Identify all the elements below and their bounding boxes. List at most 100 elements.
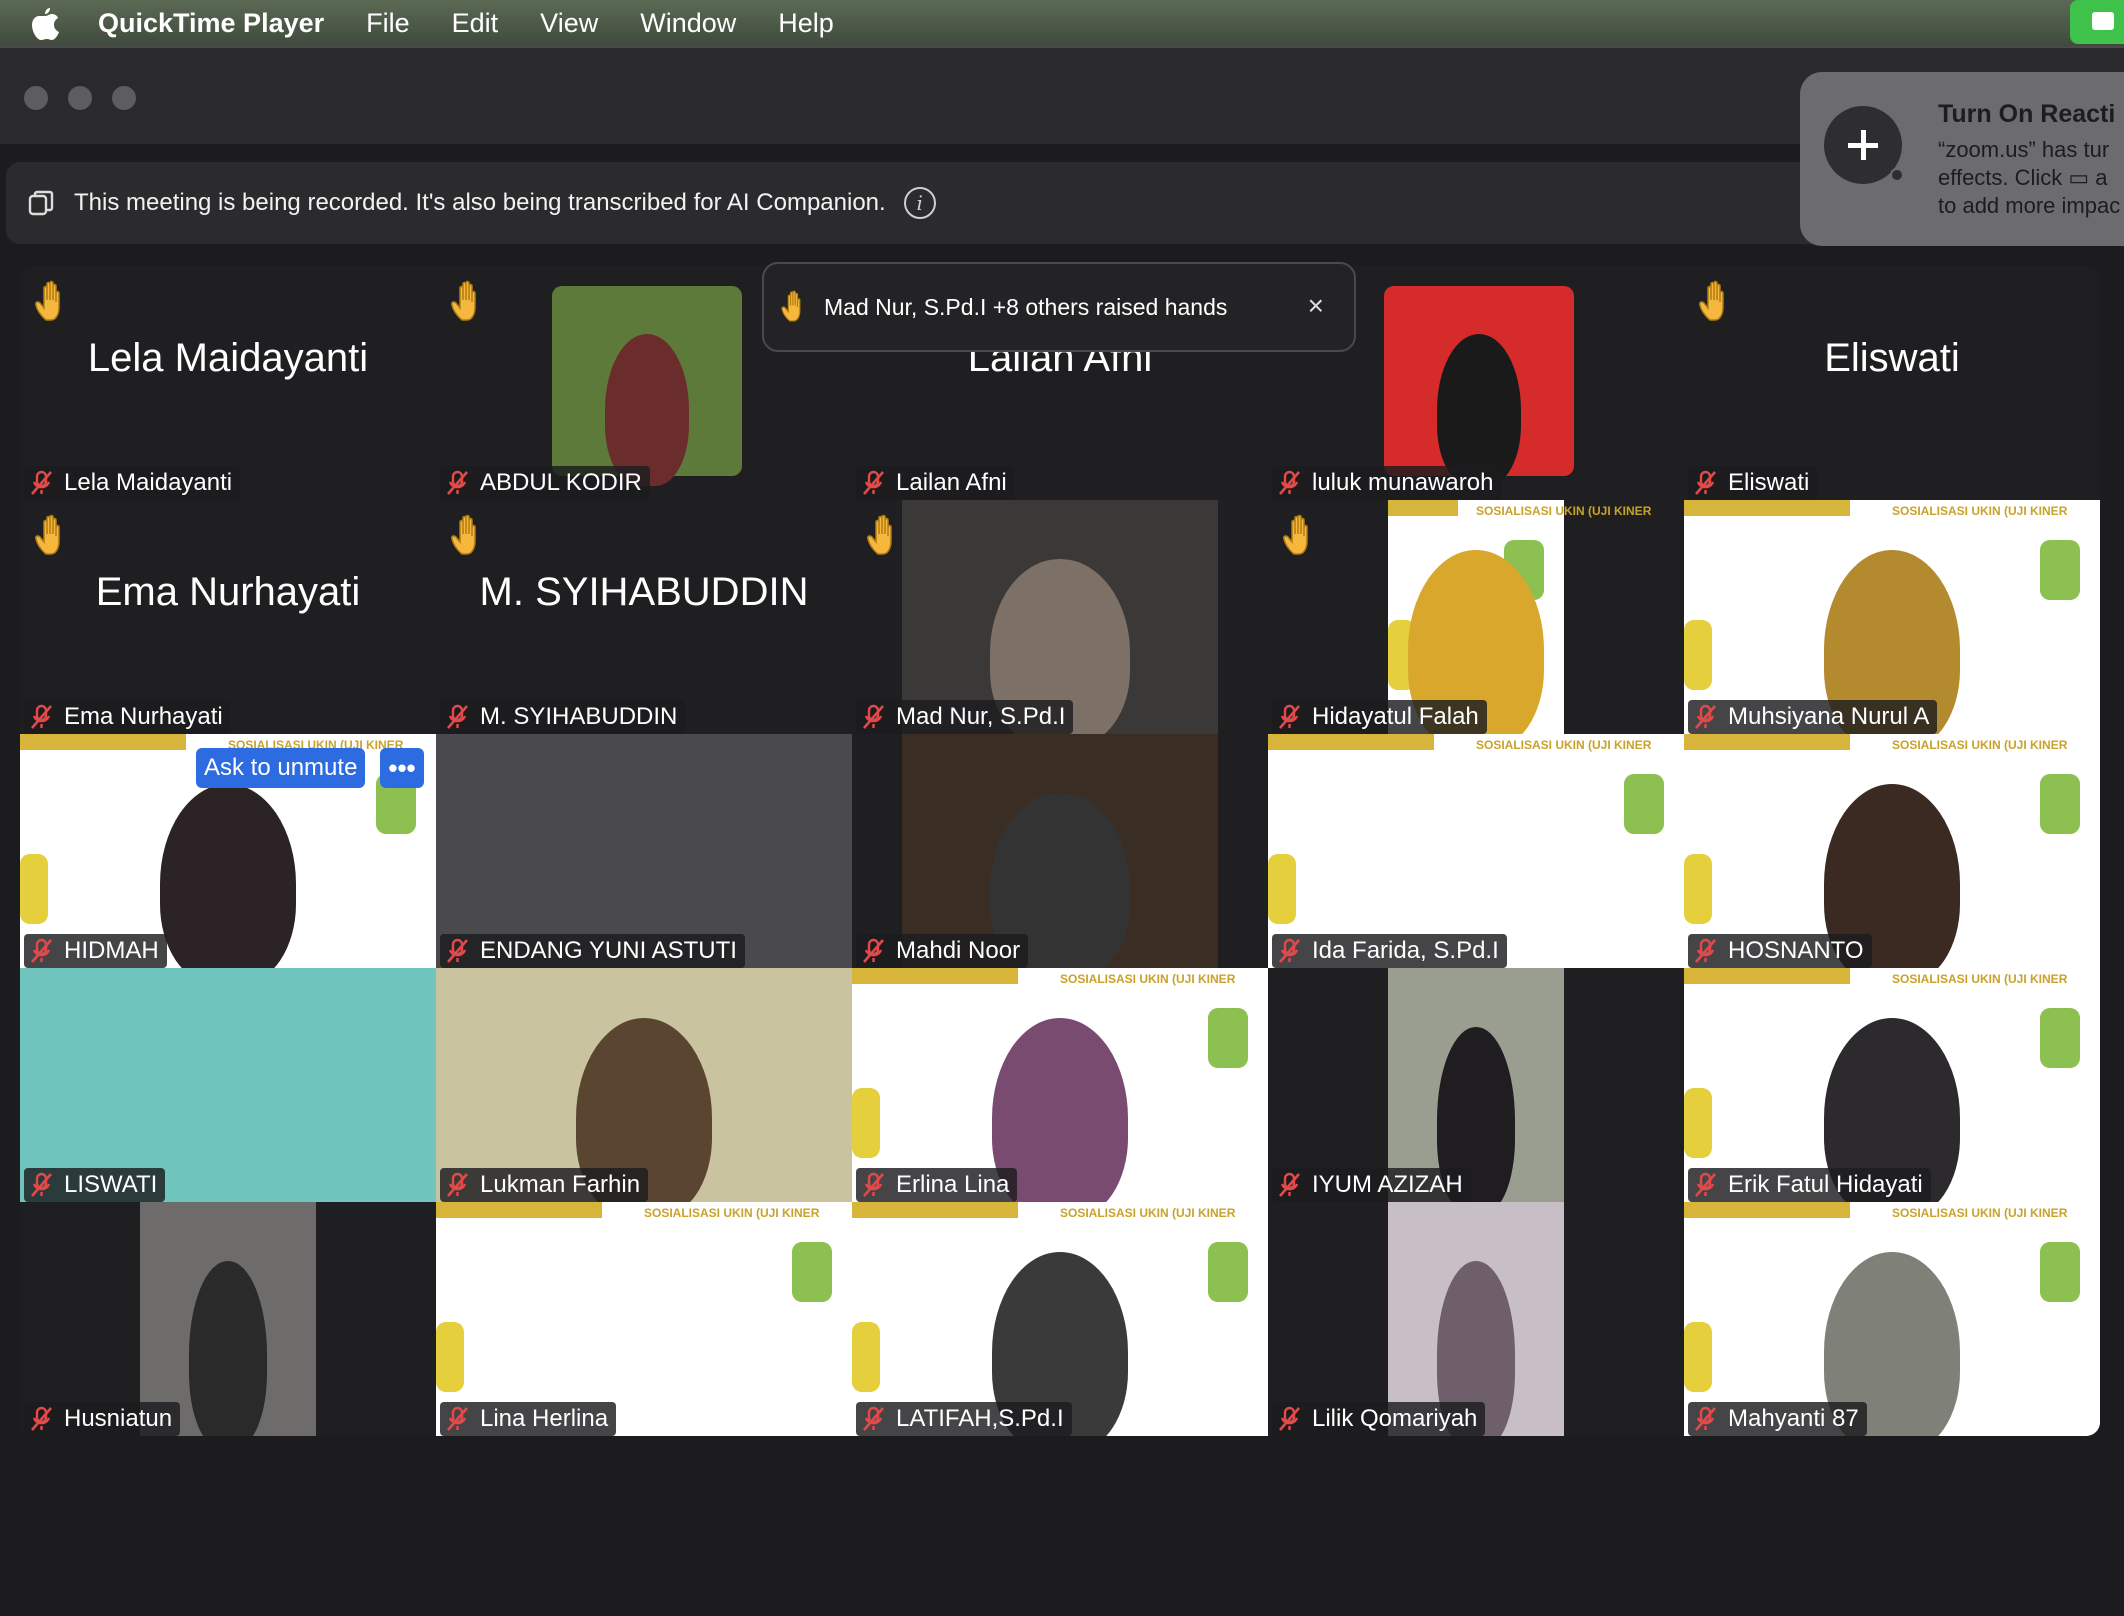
raised-hand-icon: [451, 514, 476, 555]
participant-tile[interactable]: SOSIALISASI UKIN (UJI KINER Erlina Lina: [852, 968, 1268, 1202]
slide-header: SOSIALISASI UKIN (UJI KINER: [1060, 972, 1236, 986]
slide-decoration: [852, 1322, 880, 1392]
slide-decoration: [1684, 1322, 1712, 1392]
info-icon[interactable]: i: [903, 187, 936, 219]
apple-icon[interactable]: [30, 6, 60, 40]
shared-background-slide: SOSIALISASI UKIN (UJI KINER: [1268, 734, 1684, 968]
participant-name: Lukman Farhin: [480, 1171, 641, 1198]
recording-icon: [28, 190, 54, 216]
muted-mic-icon: [863, 1172, 884, 1197]
participant-tile[interactable]: Mad Nur, S.Pd.I: [852, 500, 1268, 734]
participant-video: [1388, 1202, 1564, 1436]
slide-header: SOSIALISASI UKIN (UJI KINER: [1476, 738, 1652, 752]
close-icon[interactable]: ×: [1308, 290, 1324, 322]
muted-mic-icon: [1279, 938, 1300, 963]
participant-name-label: Lukman Farhin: [440, 1168, 649, 1202]
participant-tile[interactable]: SOSIALISASI UKIN (UJI KINER LATIFAH,S.Pd.…: [852, 1202, 1268, 1436]
participant-name-label: HOSNANTO: [1688, 934, 1872, 968]
participant-tile[interactable]: Lela Maidayanti Lela Maidayanti: [20, 266, 436, 500]
more-options-button[interactable]: •••: [380, 748, 424, 788]
participant-tile[interactable]: SOSIALISASI UKIN (UJI KINER Muhsiyana Nur…: [1684, 500, 2100, 734]
muted-mic-icon: [31, 470, 52, 495]
slide-header: SOSIALISASI UKIN (UJI KINER: [1892, 504, 2068, 518]
muted-mic-icon: [1695, 1172, 1716, 1197]
muted-mic-icon: [1279, 1406, 1300, 1431]
participant-tile[interactable]: Lilik Qomariyah: [1268, 1202, 1684, 1436]
slide-decoration: [2040, 540, 2080, 600]
menu-help[interactable]: Help: [778, 8, 834, 39]
participant-display-name: Lela Maidayanti: [87, 336, 369, 380]
slide-accent: [852, 968, 1019, 984]
participant-video: [902, 734, 1218, 968]
muted-mic-icon: [1695, 1406, 1716, 1431]
participant-name: Husniatun: [64, 1405, 173, 1432]
participant-name: M. SYIHABUDDIN: [480, 703, 678, 730]
participant-silhouette: [1437, 333, 1521, 486]
participant-name: Lilik Qomariyah: [1312, 1405, 1478, 1432]
slide-accent: [1388, 500, 1459, 516]
muted-mic-icon: [1279, 470, 1300, 495]
participant-name: Lina Herlina: [480, 1405, 609, 1432]
participant-tile[interactable]: IYUM AZIZAH: [1268, 968, 1684, 1202]
participant-name: IYUM AZIZAH: [1312, 1171, 1463, 1198]
shared-background-slide: SOSIALISASI UKIN (UJI KINER: [436, 1202, 852, 1436]
slide-accent: [1268, 734, 1435, 750]
muted-mic-icon: [447, 1406, 468, 1431]
menu-edit[interactable]: Edit: [452, 8, 499, 39]
menu-window[interactable]: Window: [640, 8, 736, 39]
muted-mic-icon: [31, 938, 52, 963]
reactions-notification[interactable]: Turn On Reacti “zoom.us” has tur effects…: [1800, 72, 2124, 246]
participant-tile[interactable]: Husniatun: [20, 1202, 436, 1436]
participant-tile[interactable]: SOSIALISASI UKIN (UJI KINER HOSNANTO: [1684, 734, 2100, 968]
participant-tile[interactable]: SOSIALISASI UKIN (UJI KINER Erik Fatul Hi…: [1684, 968, 2100, 1202]
raised-hands-text: Mad Nur, S.Pd.I +8 others raised hands: [824, 293, 1228, 320]
participant-tile[interactable]: Ema Nurhayati Ema Nurhayati: [20, 500, 436, 734]
participant-name-label: Erlina Lina: [856, 1168, 1018, 1202]
recording-banner-text: This meeting is being recorded. It's als…: [74, 189, 886, 216]
participant-silhouette: [605, 333, 689, 486]
slide-header: SOSIALISASI UKIN (UJI KINER: [644, 1206, 820, 1220]
close-window-button[interactable]: [24, 86, 48, 110]
participant-name-label: Ida Farida, S.Pd.I: [1272, 934, 1507, 968]
participant-video: [552, 286, 742, 486]
slide-decoration: [1624, 774, 1664, 834]
participant-tile[interactable]: Lukman Farhin: [436, 968, 852, 1202]
menu-bar: QuickTime Player File Edit View Window H…: [0, 0, 2124, 46]
participant-tile[interactable]: SOSIALISASI UKIN (UJI KINER Mahyanti 87: [1684, 1202, 2100, 1436]
muted-mic-icon: [863, 1406, 884, 1431]
slide-accent: [1684, 968, 1851, 984]
menu-app-name[interactable]: QuickTime Player: [98, 8, 324, 39]
raised-hand-icon: [867, 514, 892, 555]
participant-name: ABDUL KODIR: [480, 469, 642, 496]
recording-banner: This meeting is being recorded. It's als…: [6, 162, 1896, 244]
participant-display-name: M. SYIHABUDDIN: [479, 570, 809, 614]
muted-mic-icon: [863, 704, 884, 729]
participant-name: Mahdi Noor: [896, 937, 1021, 964]
slide-decoration: [1208, 1242, 1248, 1302]
zoom-camera-status-icon[interactable]: [2070, 0, 2124, 44]
participant-name-label: Mahyanti 87: [1688, 1402, 1867, 1436]
participant-name-label: IYUM AZIZAH: [1272, 1168, 1471, 1202]
participant-tile[interactable]: SOSIALISASI UKIN (UJI KINER Ida Farida, S…: [1268, 734, 1684, 968]
raised-hand-icon: [35, 280, 60, 321]
participant-name-label: Muhsiyana Nurul A: [1688, 700, 1938, 734]
participant-tile[interactable]: Mahdi Noor: [852, 734, 1268, 968]
participant-tile[interactable]: M. SYIHABUDDIN M. SYIHABUDDIN: [436, 500, 852, 734]
menu-file[interactable]: File: [366, 8, 410, 39]
participant-tile[interactable]: SOSIALISASI UKIN (UJI KINER Hidayatul Fal…: [1268, 500, 1684, 734]
participant-video: [1388, 968, 1564, 1202]
notification-title: Turn On Reacti: [1938, 100, 2116, 128]
participant-display-name: Ema Nurhayati: [95, 570, 361, 614]
minimize-window-button[interactable]: [68, 86, 92, 110]
participant-tile[interactable]: Eliswati Eliswati: [1684, 266, 2100, 500]
participant-tile[interactable]: SOSIALISASI UKIN (UJI KINER Lina Herlina: [436, 1202, 852, 1436]
menu-view[interactable]: View: [540, 8, 598, 39]
participant-tile[interactable]: LISWATI: [20, 968, 436, 1202]
ask-to-unmute-button[interactable]: Ask to unmute: [196, 748, 366, 788]
zoom-window-button[interactable]: [112, 86, 136, 110]
muted-mic-icon: [31, 704, 52, 729]
participant-tile[interactable]: ENDANG YUNI ASTUTI: [436, 734, 852, 968]
slide-accent: [436, 1202, 603, 1218]
participant-name-label: Erik Fatul Hidayati: [1688, 1168, 1931, 1202]
raised-hands-popup[interactable]: Mad Nur, S.Pd.I +8 others raised hands ×: [762, 262, 1356, 352]
